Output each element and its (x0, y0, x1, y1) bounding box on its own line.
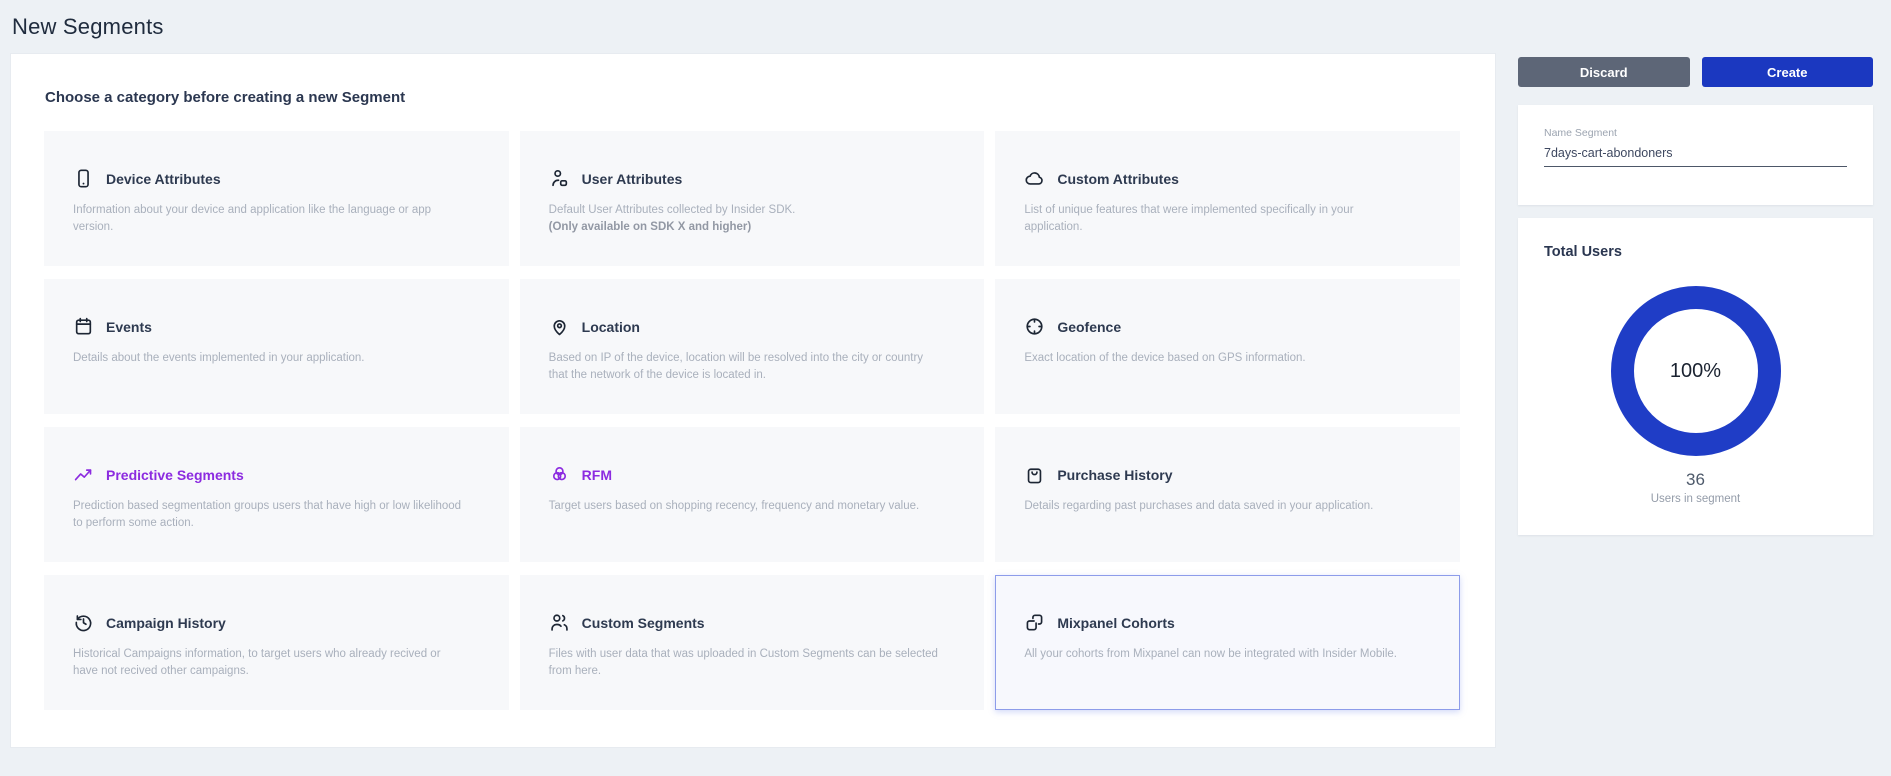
category-description-text: Target users based on shopping recency, … (549, 500, 920, 512)
category-description: All your cohorts from Mixpanel can now b… (1024, 646, 1414, 663)
trend-up-icon (73, 464, 94, 485)
people-icon (549, 612, 570, 633)
map-pin-icon (549, 316, 570, 337)
category-description: Prediction based segmentation groups use… (73, 498, 463, 531)
category-description-text: Information about your device and applic… (73, 204, 431, 233)
action-buttons: Discard Create (1518, 57, 1873, 87)
category-grid: Device Attributes Information about your … (44, 131, 1460, 710)
category-description-text: List of unique features that were implem… (1024, 204, 1353, 233)
page-title: New Segments (12, 14, 164, 40)
category-description: Target users based on shopping recency, … (549, 498, 939, 515)
category-description-text: Historical Campaigns information, to tar… (73, 648, 441, 677)
category-label: Predictive Segments (106, 467, 244, 483)
venn-icon (549, 464, 570, 485)
panel-heading: Choose a category before creating a new … (11, 54, 1495, 106)
sidebar: Discard Create Name Segment Total Users … (1518, 57, 1873, 535)
donut-percent-label: 100% (1670, 360, 1721, 383)
discard-button[interactable]: Discard (1518, 57, 1690, 87)
shopping-bag-icon (1024, 464, 1045, 485)
category-label: RFM (582, 467, 612, 483)
category-label: Campaign History (106, 615, 226, 631)
category-description-text: Prediction based segmentation groups use… (73, 500, 461, 529)
category-label: Custom Attributes (1057, 171, 1179, 187)
category-description: List of unique features that were implem… (1024, 202, 1414, 235)
device-icon (73, 168, 94, 189)
total-users-donut-chart: 100% (1611, 286, 1781, 456)
calendar-icon (73, 316, 94, 337)
category-description-text: All your cohorts from Mixpanel can now b… (1024, 648, 1397, 660)
category-description: Default User Attributes collected by Ins… (549, 202, 939, 235)
category-card-rfm[interactable]: RFM Target users based on shopping recenc… (520, 427, 985, 562)
linked-squares-icon (1024, 612, 1045, 633)
category-card-custom-attributes[interactable]: Custom Attributes List of unique features… (995, 131, 1460, 266)
category-card-predictive-segments[interactable]: Predictive Segments Prediction based segm… (44, 427, 509, 562)
category-card-location[interactable]: Location Based on IP of the device, locat… (520, 279, 985, 414)
category-description-text: Details about the events implemented in … (73, 352, 365, 364)
category-label: Device Attributes (106, 171, 221, 187)
category-description-note: (Only available on SDK X and higher) (549, 219, 939, 236)
user-badge-icon (549, 168, 570, 189)
category-description: Details regarding past purchases and dat… (1024, 498, 1414, 515)
name-segment-input[interactable] (1544, 146, 1847, 167)
users-count: 36 (1518, 470, 1873, 490)
category-panel: Choose a category before creating a new … (10, 53, 1496, 748)
name-segment-label: Name Segment (1544, 127, 1847, 139)
category-description-text: Details regarding past purchases and dat… (1024, 500, 1373, 512)
users-caption: Users in segment (1518, 493, 1873, 505)
category-card-geofence[interactable]: Geofence Exact location of the device bas… (995, 279, 1460, 414)
category-card-mixpanel-cohorts[interactable]: Mixpanel Cohorts All your cohorts from Mi… (995, 575, 1460, 710)
category-card-user-attributes[interactable]: User Attributes Default User Attributes c… (520, 131, 985, 266)
total-users-card: Total Users 100% 36 Users in segment (1518, 218, 1873, 535)
category-label: Geofence (1057, 319, 1121, 335)
category-label: Events (106, 319, 152, 335)
category-card-campaign-history[interactable]: Campaign History Historical Campaigns inf… (44, 575, 509, 710)
total-users-title: Total Users (1518, 244, 1873, 260)
category-label: Purchase History (1057, 467, 1172, 483)
category-description-text: Default User Attributes collected by Ins… (549, 204, 796, 216)
category-card-device-attributes[interactable]: Device Attributes Information about your … (44, 131, 509, 266)
cloud-icon (1024, 168, 1045, 189)
category-label: Mixpanel Cohorts (1057, 615, 1174, 631)
name-segment-card: Name Segment (1518, 105, 1873, 205)
category-card-custom-segments[interactable]: Custom Segments Files with user data that… (520, 575, 985, 710)
create-button[interactable]: Create (1702, 57, 1874, 87)
category-label: User Attributes (582, 171, 683, 187)
category-description: Exact location of the device based on GP… (1024, 350, 1414, 367)
category-description: Historical Campaigns information, to tar… (73, 646, 463, 679)
category-description: Information about your device and applic… (73, 202, 463, 235)
category-description-text: Exact location of the device based on GP… (1024, 352, 1305, 364)
category-description: Details about the events implemented in … (73, 350, 463, 367)
category-label: Location (582, 319, 640, 335)
category-description-text: Files with user data that was uploaded i… (549, 648, 938, 677)
category-description: Based on IP of the device, location will… (549, 350, 939, 383)
category-label: Custom Segments (582, 615, 705, 631)
category-description: Files with user data that was uploaded i… (549, 646, 939, 679)
crosshair-icon (1024, 316, 1045, 337)
category-description-text: Based on IP of the device, location will… (549, 352, 923, 381)
category-card-purchase-history[interactable]: Purchase History Details regarding past p… (995, 427, 1460, 562)
history-clock-icon (73, 612, 94, 633)
category-card-events[interactable]: Events Details about the events implement… (44, 279, 509, 414)
